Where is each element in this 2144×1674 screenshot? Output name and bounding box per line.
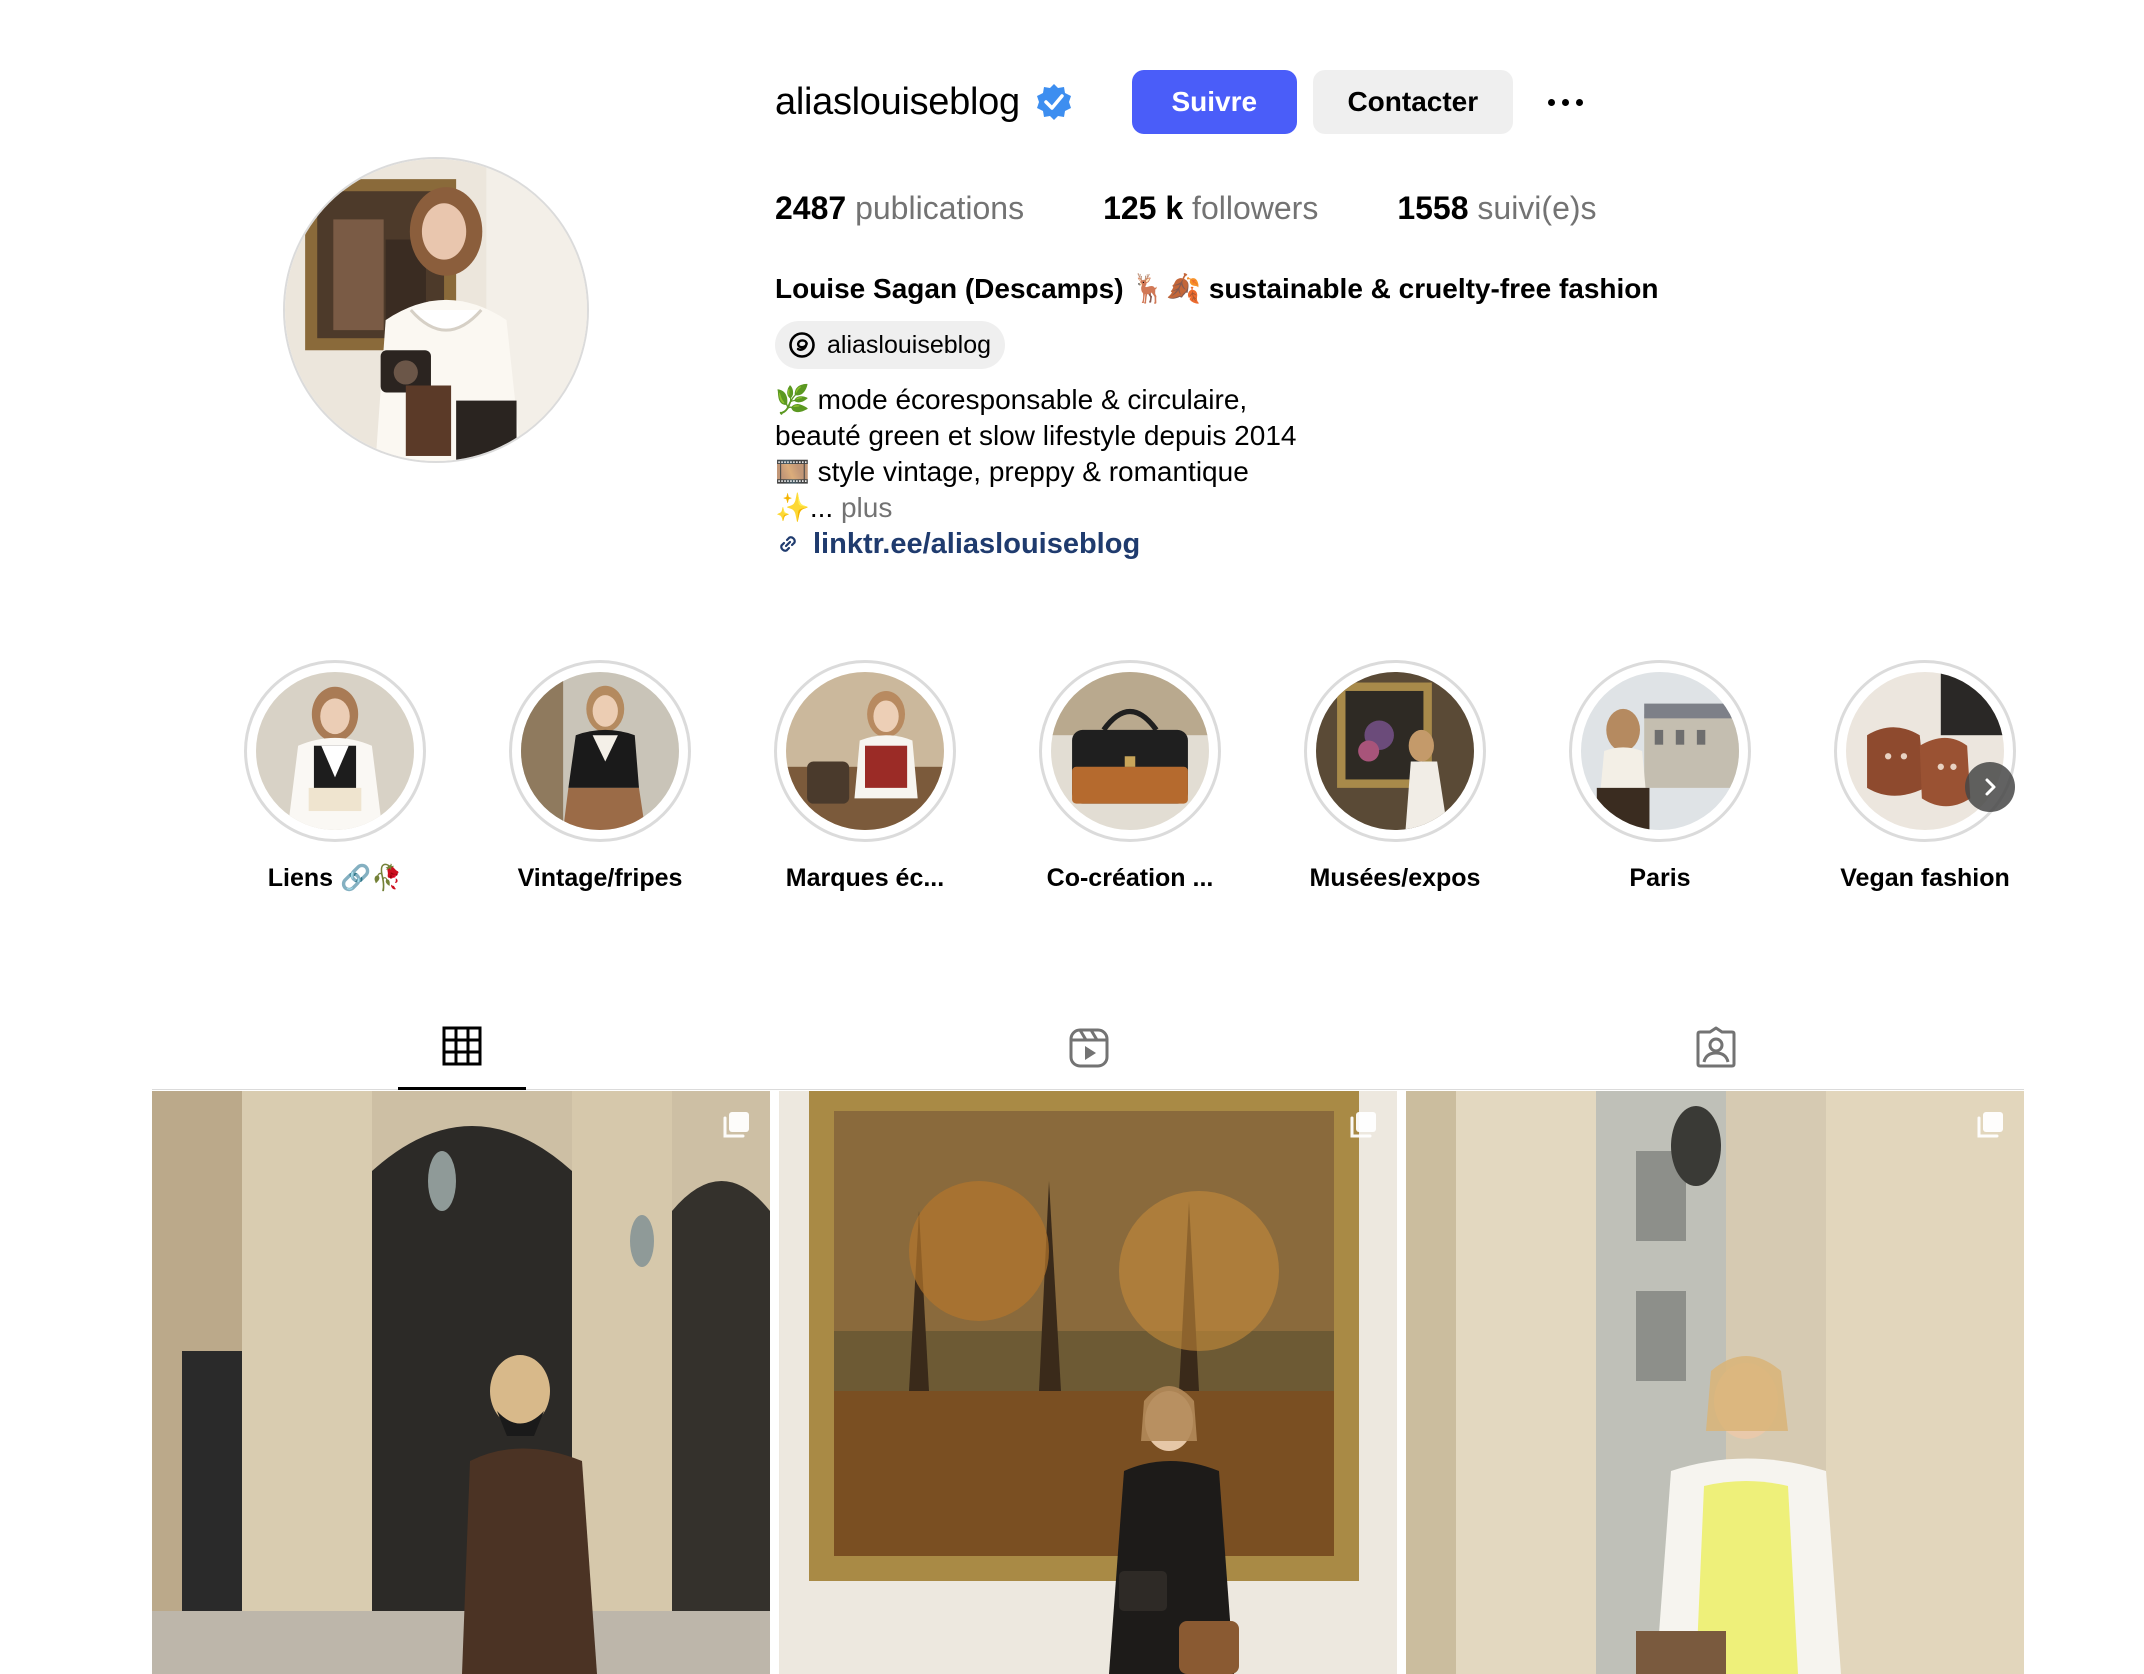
grid-icon xyxy=(442,1026,482,1066)
bio-line: 🌿 mode écoresponsable & circulaire, xyxy=(775,384,1248,415)
carousel-icon xyxy=(723,1112,749,1138)
bio-line: ✨... xyxy=(775,492,834,523)
external-link-text: linktr.ee/aliaslouiseblog xyxy=(813,527,1141,560)
bio-line: beauté green et slow lifestyle depuis 20… xyxy=(775,420,1297,451)
highlight-vintage[interactable]: Vintage/fripes xyxy=(500,660,700,893)
tab-tagged[interactable] xyxy=(1652,1005,1780,1090)
story-highlights: Liens 🔗🥀 Vintage/fripes Marques éc... Co… xyxy=(235,660,2035,900)
highlight-brands[interactable]: Marques éc... xyxy=(765,660,965,893)
highlight-label: Paris xyxy=(1629,864,1691,892)
bio-more-link[interactable]: plus xyxy=(841,492,892,523)
link-icon xyxy=(775,531,801,557)
threads-badge[interactable]: aliaslouiseblog xyxy=(775,321,1006,369)
bio-line: 🎞️ style vintage, preppy & romantique xyxy=(775,456,1249,487)
highlight-paris[interactable]: Paris xyxy=(1560,660,1760,893)
tab-posts[interactable] xyxy=(398,1005,526,1090)
following-count[interactable]: 1558 suivi(e)s xyxy=(1397,190,1596,227)
tagged-icon xyxy=(1696,1026,1736,1067)
post-thumbnail[interactable] xyxy=(1406,1091,2024,1674)
post-thumbnail[interactable] xyxy=(152,1091,770,1674)
highlight-label: Vegan fashion xyxy=(1840,864,2010,892)
bio-line-truncated: ✨... plus xyxy=(775,490,1296,526)
highlight-links[interactable]: Liens 🔗🥀 xyxy=(235,660,435,893)
highlight-museums[interactable]: Musées/expos xyxy=(1295,660,1495,893)
followers-count-value: 125 k xyxy=(1103,190,1184,226)
threads-icon xyxy=(787,330,817,360)
posts-count: 2487 publications xyxy=(775,190,1024,227)
profile-avatar[interactable] xyxy=(283,157,589,463)
follow-button[interactable]: Suivre xyxy=(1131,70,1297,134)
profile-stats: 2487 publications 125 k followers 1558 s… xyxy=(775,190,1676,227)
followers-count-label: followers xyxy=(1192,190,1319,226)
profile-username: aliaslouiseblog xyxy=(775,80,1020,123)
highlight-label: Co-création ... xyxy=(1046,864,1214,892)
bio-text: 🌿 mode écoresponsable & circulaire, beau… xyxy=(775,382,1296,526)
threads-handle: aliaslouiseblog xyxy=(827,330,992,359)
followers-count[interactable]: 125 k followers xyxy=(1103,190,1318,227)
highlights-next-icon[interactable] xyxy=(1965,762,2015,812)
profile-tabs xyxy=(152,1005,2024,1090)
following-count-label: suivi(e)s xyxy=(1477,190,1597,226)
verified-badge-icon xyxy=(1034,82,1074,122)
highlight-label: Marques éc... xyxy=(785,864,945,892)
tab-reels[interactable] xyxy=(1025,1005,1153,1090)
post-image xyxy=(152,1091,770,1674)
profile-full-name: Louise Sagan (Descamps) 🦌🍂 sustainable &… xyxy=(775,273,1659,304)
contact-button[interactable]: Contacter xyxy=(1312,70,1513,134)
reels-icon xyxy=(1069,1028,1109,1067)
carousel-icon xyxy=(1350,1112,1376,1138)
posts-count-value: 2487 xyxy=(775,190,847,226)
highlight-cocreation[interactable]: Co-création ... xyxy=(1030,660,1230,893)
posts-grid xyxy=(152,1091,2024,1674)
highlight-label: Liens 🔗🥀 xyxy=(267,864,403,892)
external-link[interactable]: linktr.ee/aliaslouiseblog xyxy=(775,526,1140,562)
following-count-value: 1558 xyxy=(1397,190,1469,226)
more-options-icon[interactable] xyxy=(1541,70,1591,134)
highlight-label: Vintage/fripes xyxy=(517,864,683,892)
carousel-icon xyxy=(1977,1112,2003,1138)
post-image xyxy=(779,1091,1397,1674)
highlight-label: Musées/expos xyxy=(1309,864,1481,892)
post-thumbnail[interactable] xyxy=(779,1091,1397,1674)
posts-count-label: publications xyxy=(855,190,1025,226)
post-image xyxy=(1406,1091,2024,1674)
